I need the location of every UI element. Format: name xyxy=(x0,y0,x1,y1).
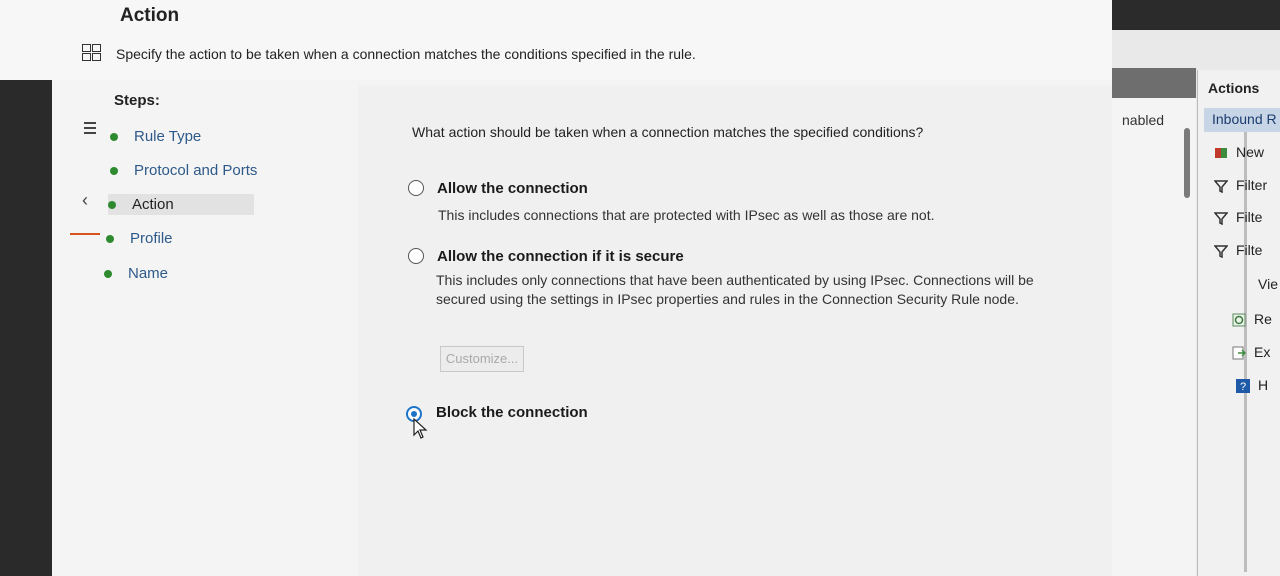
action-label: Ex xyxy=(1254,344,1271,360)
actions-section-inbound-rules[interactable]: Inbound R xyxy=(1204,108,1280,132)
step-pending-icon xyxy=(104,270,112,279)
action-filter-by-state[interactable]: Filte xyxy=(1214,209,1263,226)
wizard-grid-icon xyxy=(82,44,102,64)
step-pending-icon xyxy=(106,235,114,244)
step-label: Profile xyxy=(130,230,173,247)
step-complete-icon xyxy=(110,133,118,142)
action-label: Re xyxy=(1254,311,1272,327)
step-label: Name xyxy=(128,265,169,282)
block-connection-label[interactable]: Block the connection xyxy=(436,404,588,421)
action-filter-by-group[interactable]: Filte xyxy=(1214,242,1263,259)
allow-connection-label[interactable]: Allow the connection xyxy=(437,180,588,197)
menu-icon[interactable] xyxy=(84,122,98,136)
action-question: What action should be taken when a conne… xyxy=(412,124,924,140)
allow-connection-radio[interactable] xyxy=(408,180,424,196)
page-title: Action xyxy=(120,5,180,26)
steps-panel xyxy=(52,80,358,576)
screen: nabled Actions Inbound R New Filter Filt… xyxy=(0,0,1280,576)
step-action[interactable]: Action xyxy=(108,194,254,215)
step-profile[interactable]: Profile xyxy=(106,230,173,247)
filter-icon xyxy=(1214,245,1228,259)
action-label: Filter xyxy=(1236,177,1268,193)
accent-underline xyxy=(70,233,100,235)
step-name[interactable]: Name xyxy=(104,265,168,282)
mouse-pointer-icon xyxy=(413,418,428,439)
step-current-icon xyxy=(108,201,116,210)
action-filter-by-profile[interactable]: Filter xyxy=(1214,177,1268,194)
step-label: Action xyxy=(132,196,174,213)
rules-list-scrollbar[interactable] xyxy=(1184,128,1190,198)
back-chevron-icon[interactable]: ‹ xyxy=(82,190,88,211)
action-label: Filte xyxy=(1236,209,1263,225)
page-description: Specify the action to be taken when a co… xyxy=(116,46,696,62)
export-icon xyxy=(1232,346,1246,360)
enabled-column-header[interactable]: nabled xyxy=(1122,112,1164,128)
new-rule-icon xyxy=(1215,148,1227,159)
action-export-list[interactable]: Ex xyxy=(1232,344,1270,360)
allow-connection-description: This includes connections that are prote… xyxy=(438,207,935,223)
svg-text:?: ? xyxy=(1240,381,1246,393)
filter-icon xyxy=(1214,180,1228,194)
new-inbound-rule-wizard: Action Specify the action to be taken wh… xyxy=(0,0,1112,576)
action-label: H xyxy=(1258,377,1269,393)
step-label: Protocol and Ports xyxy=(134,162,258,179)
step-rule-type[interactable]: Rule Type xyxy=(110,128,201,145)
action-refresh[interactable]: Re xyxy=(1232,311,1272,327)
filter-icon xyxy=(1214,212,1228,226)
steps-heading: Steps: xyxy=(114,92,160,109)
rules-list-header xyxy=(1100,68,1196,98)
customize-button[interactable]: Customize... xyxy=(440,346,524,372)
step-label: Rule Type xyxy=(134,128,202,145)
action-help[interactable]: ? H xyxy=(1236,377,1269,394)
wizard-content xyxy=(358,86,1112,576)
left-edge-gutter xyxy=(0,80,52,576)
action-view[interactable]: Vie xyxy=(1258,276,1278,292)
step-complete-icon xyxy=(110,167,118,176)
action-new-rule[interactable]: New xyxy=(1214,144,1264,160)
action-label: New xyxy=(1236,144,1265,160)
action-label: Filte xyxy=(1236,242,1263,258)
step-protocol-and-ports[interactable]: Protocol and Ports xyxy=(110,162,257,179)
action-label: Vie xyxy=(1258,276,1278,292)
refresh-icon xyxy=(1232,313,1246,327)
allow-if-secure-label[interactable]: Allow the connection if it is secure xyxy=(437,248,684,265)
help-icon: ? xyxy=(1236,379,1250,394)
allow-if-secure-description: This includes only connections that have… xyxy=(436,272,1034,307)
actions-section-label: Inbound R xyxy=(1212,111,1277,127)
rules-list[interactable] xyxy=(1100,98,1196,576)
actions-pane-title: Actions xyxy=(1208,80,1260,96)
allow-if-secure-radio[interactable] xyxy=(408,248,424,264)
